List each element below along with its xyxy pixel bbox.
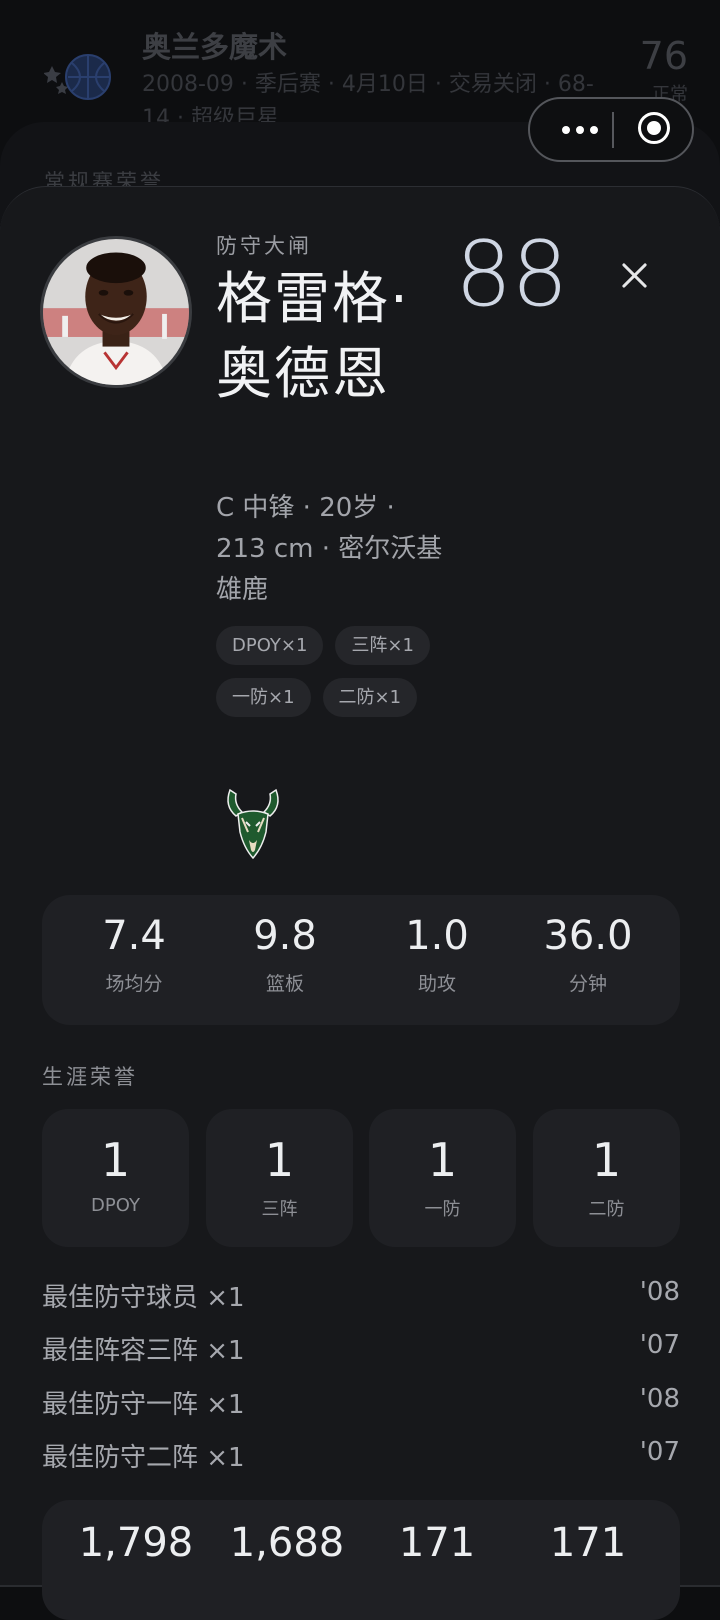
award-year: '07 — [639, 1330, 680, 1360]
honor-count-value: 1 — [427, 1133, 458, 1187]
stat-value: 36.0 — [543, 913, 633, 959]
award-name: 最佳防守二阵 ×1 — [42, 1443, 245, 1473]
award-name: 最佳防守一阵 ×1 — [42, 1390, 245, 1420]
stat-value: 7.4 — [102, 913, 166, 959]
career-total-value: 1,688 — [229, 1520, 345, 1566]
honor-count-value: 1 — [100, 1133, 131, 1187]
career-honors-title: 生涯荣誉 — [42, 1065, 138, 1089]
mini-program-capsule — [528, 97, 694, 162]
award-row: 最佳防守一阵 ×1 '08 — [42, 1384, 680, 1424]
player-archetype: 防守大闸 — [216, 234, 312, 258]
honor-count-third-team: 1 三阵 — [206, 1109, 353, 1247]
stat-label: 助攻 — [417, 973, 456, 995]
award-year: '08 — [639, 1384, 680, 1414]
award-row: 最佳阵容三阵 ×1 '07 — [42, 1330, 680, 1370]
background-team-rating: 76 — [639, 34, 688, 78]
honor-count-all-defense-first: 1 一防 — [369, 1109, 516, 1247]
stat-label: 分钟 — [568, 973, 607, 995]
award-row: 最佳防守球员 ×1 '08 — [42, 1277, 680, 1317]
season-stats-card: 7.4 场均分 9.8 篮板 1.0 助攻 36.0 分钟 — [42, 895, 680, 1025]
player-meta: C 中锋 · 20岁 · 213 cm · 密尔沃基雄鹿 — [216, 493, 443, 605]
award-row: 最佳防守二阵 ×1 '07 — [42, 1437, 680, 1477]
capsule-divider — [612, 112, 614, 148]
player-name: 格雷格·奥德恩 — [216, 267, 410, 407]
honor-count-all-defense-second: 1 二防 — [533, 1109, 680, 1247]
bucks-logo-icon — [227, 788, 279, 860]
more-dots-icon[interactable] — [550, 115, 610, 145]
honor-tag: DPOY×1 — [216, 626, 324, 665]
award-name: 最佳阵容三阵 ×1 — [42, 1336, 245, 1366]
career-total-value: 1,798 — [78, 1520, 194, 1566]
honor-count-label: 二防 — [588, 1199, 625, 1220]
career-total-value: 171 — [398, 1520, 476, 1566]
stat-value: 9.8 — [253, 913, 317, 959]
award-year: '08 — [639, 1277, 680, 1307]
stat-label: 场均分 — [105, 973, 163, 995]
honor-tag: 二防×1 — [322, 678, 418, 717]
honor-count-label: 三阵 — [261, 1199, 298, 1220]
magic-logo-icon — [44, 54, 111, 100]
target-circle-icon[interactable] — [638, 112, 670, 144]
honor-tag: 一防×1 — [216, 678, 311, 717]
honor-count-value: 1 — [591, 1133, 622, 1187]
player-avatar — [40, 236, 192, 388]
honor-tag: 三阵×1 — [335, 626, 430, 665]
background-team-name: 奥兰多魔术 — [142, 30, 288, 64]
stat-label: 篮板 — [265, 973, 304, 995]
award-year: '07 — [639, 1437, 680, 1467]
award-name: 最佳防守球员 ×1 — [42, 1283, 245, 1313]
player-overall-rating: 88 — [455, 222, 569, 327]
honor-count-value: 1 — [264, 1133, 295, 1187]
honor-count-label: DPOY — [91, 1195, 140, 1216]
honor-tags: DPOY×1 三阵×1 一防×1 二防×1 — [216, 626, 446, 717]
stat-value: 1.0 — [405, 913, 469, 959]
career-totals-card: 1,798 1,688 171 171 — [42, 1500, 680, 1620]
career-total-value: 171 — [549, 1520, 627, 1566]
close-icon[interactable] — [616, 257, 654, 295]
honor-count-dpoy: 1 DPOY — [42, 1109, 189, 1247]
honor-count-label: 一防 — [424, 1199, 461, 1220]
